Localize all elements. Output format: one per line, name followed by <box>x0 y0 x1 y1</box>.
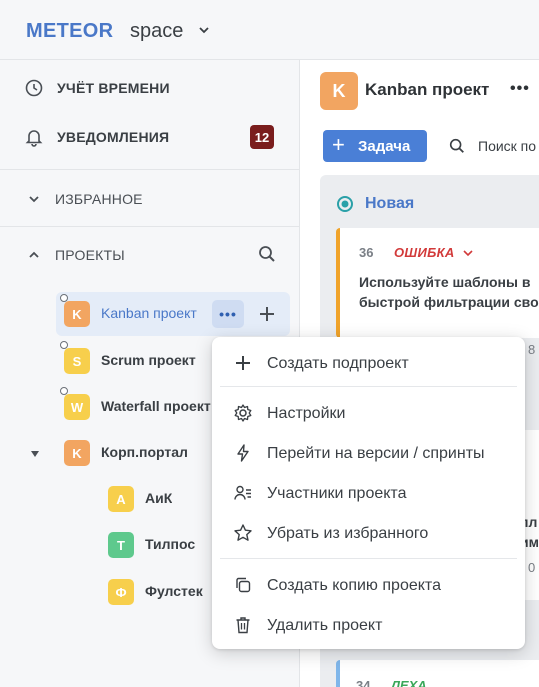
project-name: Waterfall проект <box>101 398 211 414</box>
search-icon[interactable] <box>448 137 466 155</box>
menu-item-copy-project[interactable]: Создать копию проекта <box>212 566 525 604</box>
menu-item-label: Перейти на версии / спринты <box>267 445 485 462</box>
sidebar-item-label: УЧЁТ ВРЕМЕНИ <box>57 80 170 96</box>
clock-icon <box>25 79 43 97</box>
menu-item-label: Настройки <box>267 405 346 422</box>
board-search-input[interactable]: Поиск по <box>478 138 536 154</box>
menu-item-participants[interactable]: Участники проекта <box>212 474 525 512</box>
chevron-down-icon[interactable] <box>198 24 210 36</box>
app-logo[interactable]: METEOR <box>26 20 113 43</box>
chevron-down-icon[interactable] <box>463 248 473 258</box>
star-icon <box>234 524 252 541</box>
project-more-button[interactable]: ••• <box>212 300 244 328</box>
menu-item-label: Создать копию проекта <box>267 577 441 594</box>
notifications-count-badge: 12 <box>250 125 274 149</box>
search-icon[interactable] <box>257 244 277 264</box>
task-type-badge[interactable]: ОШИБКА <box>394 245 455 260</box>
projects-section-title[interactable]: ПРОЕКТЫ <box>55 247 125 263</box>
menu-item-go-to-versions[interactable]: Перейти на версии / спринты <box>212 434 525 472</box>
task-title: Используйте шаблоны в быстрой фильтрации… <box>359 272 539 312</box>
status-circle-icon <box>337 196 353 212</box>
gear-icon <box>234 404 252 422</box>
project-avatar: Т <box>108 532 134 558</box>
task-number: 34 <box>356 678 371 687</box>
add-task-label: Задача <box>358 138 411 155</box>
project-avatar: S <box>64 348 90 374</box>
page-title: Kanban проект <box>365 80 490 99</box>
copy-icon <box>236 577 251 593</box>
lightning-icon <box>237 444 249 462</box>
project-name: АиК <box>145 490 173 506</box>
menu-item-create-subproject[interactable]: Создать подпроект <box>212 344 525 382</box>
project-name: Scrum проект <box>101 352 196 368</box>
add-subproject-icon[interactable] <box>256 303 278 325</box>
caret-down-icon[interactable] <box>30 449 40 459</box>
project-name: Тилпос <box>145 536 196 552</box>
project-context-menu: Создать подпроект Настройки Перейти на в… <box>212 337 525 649</box>
chevron-down-icon[interactable] <box>28 193 40 205</box>
project-avatar: K <box>64 301 90 327</box>
sidebar-item-label: УВЕДОМЛЕНИЯ <box>57 129 170 145</box>
project-menu-button[interactable]: ••• <box>510 80 530 98</box>
user-list-icon <box>234 485 251 500</box>
project-avatar: Ф <box>108 579 134 605</box>
plus-icon: + <box>332 132 345 157</box>
more-icon: ••• <box>219 306 237 322</box>
project-item-kanban[interactable]: K Kanban проект ••• <box>56 292 290 336</box>
plus-icon <box>236 356 250 370</box>
project-name: Фулстек <box>145 583 203 599</box>
project-name: Kanban проект <box>101 305 197 321</box>
task-meta: 8 <box>528 342 536 357</box>
task-meta: 0 <box>528 560 536 575</box>
favorites-section-title[interactable]: ИЗБРАННОЕ <box>55 191 143 207</box>
task-type-badge[interactable]: ЛЕХА <box>391 678 427 687</box>
menu-item-label: Создать подпроект <box>267 355 409 372</box>
chevron-up-icon[interactable] <box>28 249 40 261</box>
menu-item-remove-favorite[interactable]: Убрать из избранного <box>212 514 525 552</box>
sidebar-item-notifications[interactable]: УВЕДОМЛЕНИЯ 12 <box>0 115 300 159</box>
menu-item-label: Убрать из избранного <box>267 525 429 542</box>
workspace-selector[interactable]: space <box>130 20 183 43</box>
column-title: Новая <box>365 195 415 212</box>
task-number: 36 <box>359 245 374 260</box>
menu-divider <box>220 386 517 387</box>
project-avatar: K <box>320 72 358 110</box>
task-title-line: быстрой фильтрации сво <box>359 294 539 310</box>
task-title-line: Используйте шаблоны в <box>359 274 531 290</box>
menu-item-delete-project[interactable]: Удалить проект <box>212 606 525 644</box>
menu-divider <box>220 558 517 559</box>
divider <box>0 226 300 227</box>
top-bar: METEOR space <box>0 0 539 60</box>
sidebar-item-time-tracking[interactable]: УЧЁТ ВРЕМЕНИ <box>0 66 300 110</box>
menu-item-settings[interactable]: Настройки <box>212 394 525 432</box>
divider <box>0 169 300 170</box>
menu-item-label: Участники проекта <box>267 485 407 502</box>
menu-item-label: Удалить проект <box>267 617 383 634</box>
project-avatar: W <box>64 394 90 420</box>
trash-icon <box>236 617 250 634</box>
project-avatar: K <box>64 440 90 466</box>
add-task-button[interactable]: + Задача <box>323 130 427 162</box>
bell-icon <box>25 130 43 147</box>
task-card[interactable]: 36 ОШИБКА Используйте шаблоны в быстрой … <box>336 228 539 338</box>
project-avatar: А <box>108 486 134 512</box>
project-name: Корп.портал <box>101 444 188 460</box>
